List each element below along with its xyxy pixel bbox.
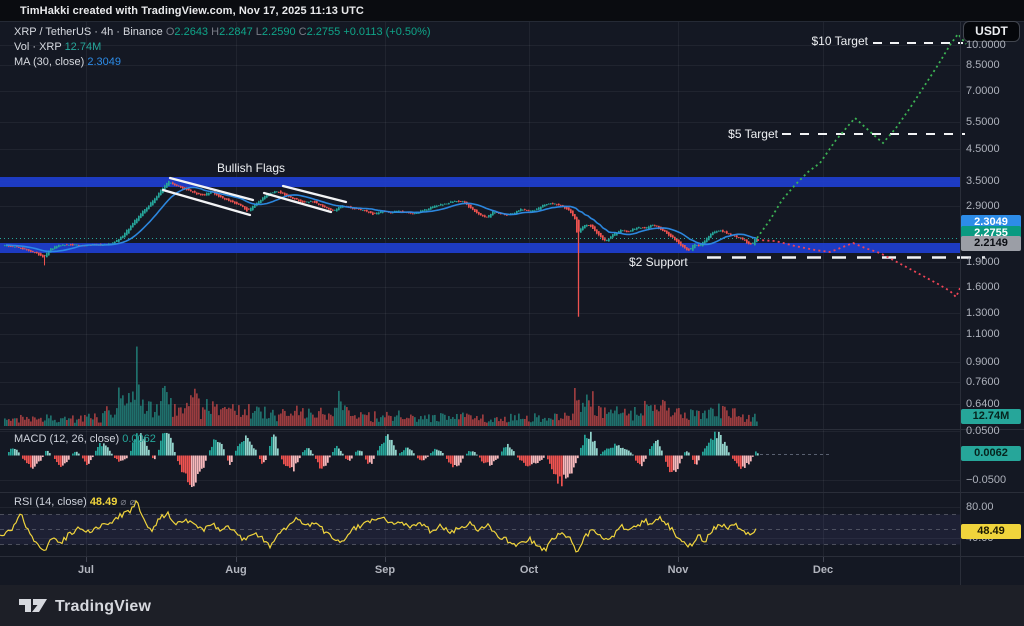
footer-bar (0, 585, 1024, 626)
ma-legend-row[interactable]: MA (30, close) 2.3049 (14, 55, 431, 69)
price-axis-value-label: 2.2149 (961, 236, 1021, 251)
axis-tick-label[interactable]: 1.1000 (966, 328, 1000, 340)
volume-value: 12.74M (64, 41, 102, 53)
axis-tick-label[interactable]: 3.5000 (966, 175, 1000, 187)
macd-value: 0.0062 (122, 433, 156, 445)
rsi-hide-icons[interactable]: ⌀ ⌀ (120, 497, 135, 508)
symbol-legend-row[interactable]: XRP / TetherUS · 4h · Binance O2.2643 H2… (14, 25, 431, 39)
ohlc-close-label: C (298, 26, 307, 38)
time-axis-month-label[interactable]: Sep (375, 564, 395, 576)
axis-tick-label[interactable]: 8.5000 (966, 59, 1000, 71)
axis-tick-label[interactable]: 10.0000 (966, 39, 1006, 51)
attribution-bar: TimHakki created with TradingView.com, N… (0, 0, 1024, 22)
axis-tick-label[interactable]: 4.5000 (966, 143, 1000, 155)
rsi-legend-row[interactable]: RSI (14, close) 48.49 ⌀ ⌀ (14, 496, 136, 508)
axis-tick-label[interactable]: 7.0000 (966, 85, 1000, 97)
tradingview-logo[interactable]: TradingView (18, 596, 151, 618)
price-axis-value-label: 48.49 (961, 524, 1021, 539)
axis-tick-label[interactable]: 0.7600 (966, 376, 1000, 388)
macd-title: MACD (12, 26, close) (14, 433, 120, 445)
axis-tick-label[interactable]: 80.00 (966, 501, 994, 513)
axis-tick-label[interactable]: 1.6000 (966, 281, 1000, 293)
bullish-flags-annotation[interactable]: Bullish Flags (217, 161, 285, 175)
chart-legend: XRP / TetherUS · 4h · Binance O2.2643 H2… (14, 25, 431, 70)
support-2-annotation[interactable]: $2 Support (629, 255, 688, 269)
volume-legend-row[interactable]: Vol · XRP 12.74M (14, 40, 431, 54)
time-axis-month-label[interactable]: Dec (813, 564, 833, 576)
ohlc-high-label: H (211, 26, 220, 38)
tradingview-logo-text: TradingView (55, 598, 152, 615)
time-axis-month-label[interactable]: Nov (668, 564, 689, 576)
time-axis-month-label[interactable]: Jul (78, 564, 94, 576)
axis-tick-label[interactable]: 1.3000 (966, 307, 1000, 319)
axis-tick-label[interactable]: 0.0500 (966, 425, 1000, 437)
target-5-annotation[interactable]: $5 Target (690, 127, 778, 141)
price-axis-value-label: 0.0062 (961, 446, 1021, 461)
axis-tick-label[interactable]: 0.9000 (966, 356, 1000, 368)
chart-canvas[interactable] (0, 0, 1024, 626)
macd-legend-row[interactable]: MACD (12, 26, close) 0.0062 (14, 433, 156, 445)
ohlc-low-value: 2.2590 (261, 26, 296, 38)
change-value: +0.0113 (+0.50%) (343, 26, 431, 38)
axis-tick-label[interactable]: −0.0500 (966, 474, 1006, 486)
time-axis-month-label[interactable]: Oct (520, 564, 538, 576)
axis-tick-label[interactable]: 5.5000 (966, 116, 1000, 128)
ohlc-close-value: 2.2755 (306, 26, 341, 38)
tradingview-screenshot: TimHakki created with TradingView.com, N… (0, 0, 1024, 626)
axis-tick-label[interactable]: 2.9000 (966, 200, 1000, 212)
tradingview-logo-icon (19, 599, 47, 612)
ma-label: MA (30, close) (14, 56, 85, 68)
rsi-title: RSI (14, close) (14, 496, 87, 508)
ma-value: 2.3049 (87, 56, 122, 68)
symbol-title: XRP / TetherUS · 4h · Binance (14, 26, 163, 38)
ohlc-high-value: 2.2847 (219, 26, 253, 38)
ohlc-open-value: 2.2643 (174, 26, 209, 38)
axis-tick-label[interactable]: 1.9000 (966, 256, 1000, 268)
time-axis-month-label[interactable]: Aug (225, 564, 246, 576)
rsi-value: 48.49 (89, 496, 118, 508)
target-10-annotation[interactable]: $10 Target (758, 34, 869, 48)
volume-label: Vol · XRP (14, 41, 62, 53)
price-axis-value-label: 12.74M (961, 409, 1021, 424)
attribution-text: TimHakki created with TradingView.com, N… (20, 5, 364, 17)
